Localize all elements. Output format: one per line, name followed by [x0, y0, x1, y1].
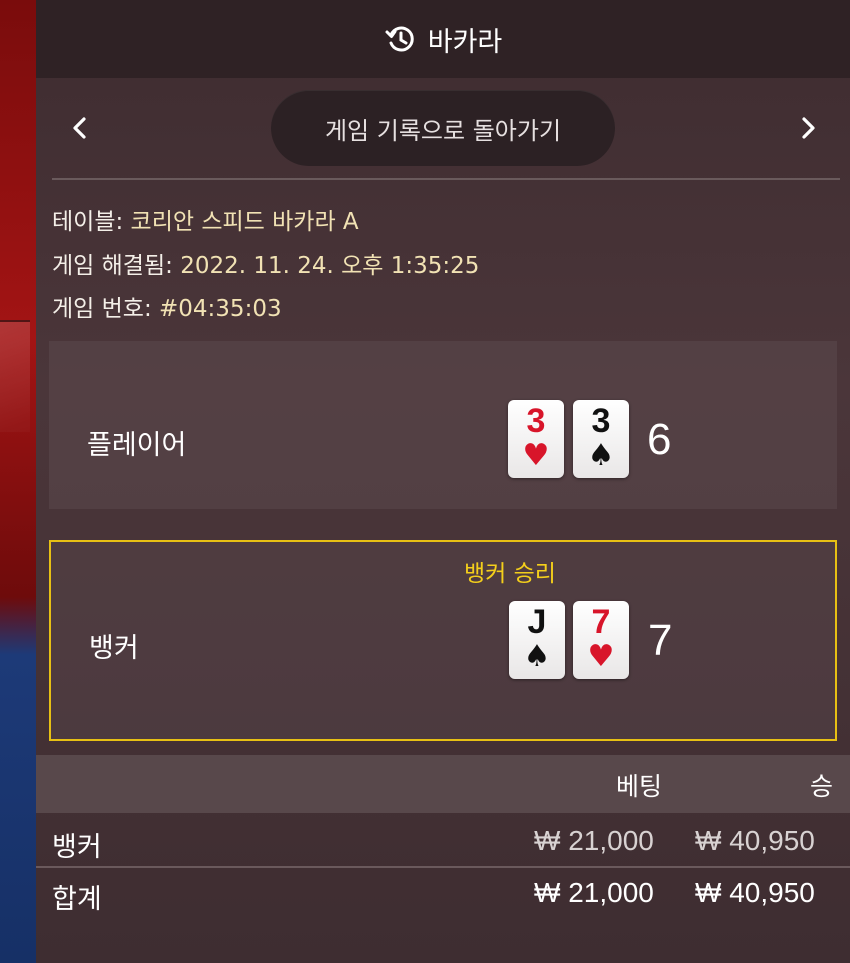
player-card-2: 3 ♠ [573, 400, 629, 478]
background-table-strip [0, 0, 36, 963]
player-hand: 플레이어 3 ♥ 3 ♠ 6 [49, 341, 837, 509]
info-resolved-label: 게임 해결됨: [52, 253, 173, 279]
card-rank: 3 [526, 402, 546, 440]
chevron-left-icon[interactable] [66, 114, 94, 142]
banker-hand: 뱅커 승리 뱅커 J ♠ 7 ♥ 7 [49, 540, 837, 741]
panel-header: 바카라 [36, 0, 850, 78]
info-number-label: 게임 번호: [52, 296, 152, 322]
table-row-total: 합계 ₩ 21,000 ₩ 40,950 [36, 867, 850, 919]
row-win: ₩ 40,950 [695, 825, 815, 856]
card-rank: 7 [591, 603, 611, 641]
banker-win-label: 뱅커 승리 [464, 561, 556, 587]
player-label: 플레이어 [87, 430, 187, 461]
column-bet: 베팅 [616, 772, 663, 801]
row-label: 합계 [52, 884, 102, 915]
card-rank: J [527, 603, 547, 641]
player-card-1: 3 ♥ [508, 400, 564, 478]
chevron-right-icon[interactable] [794, 114, 822, 142]
divider [52, 178, 840, 180]
heart-icon: ♥ [587, 639, 615, 674]
info-table: 테이블: 코리안 스피드 바카라 A [52, 202, 359, 236]
game-history-panel: 바카라 게임 기록으로 돌아가기 테이블: 코리안 스피드 바카라 A 게임 해… [36, 0, 850, 963]
row-bet: ₩ 21,000 [534, 825, 654, 856]
card-rank: 3 [591, 402, 611, 440]
info-resolved: 게임 해결됨: 2022. 11. 24. 오후 1:35:25 [52, 246, 479, 280]
page-title: 바카라 [427, 26, 503, 58]
table-row: 뱅커 ₩ 21,000 ₩ 40,950 [36, 815, 850, 867]
info-number: 게임 번호: #04:35:03 [52, 289, 282, 323]
bet-table-header: 베팅 승 [36, 755, 850, 813]
info-resolved-value: 2022. 11. 24. 오후 1:35:25 [180, 253, 480, 279]
row-label: 뱅커 [52, 832, 102, 863]
spade-icon: ♠ [587, 438, 615, 473]
back-to-history-button[interactable]: 게임 기록으로 돌아가기 [271, 90, 615, 166]
heart-icon: ♥ [522, 438, 550, 473]
column-win: 승 [810, 772, 834, 801]
banker-card-2: 7 ♥ [573, 601, 629, 679]
row-bet: ₩ 21,000 [534, 877, 654, 908]
info-table-value: 코리안 스피드 바카라 A [130, 209, 359, 235]
history-icon [385, 26, 414, 52]
info-number-value: #04:35:03 [159, 296, 282, 322]
banker-score: 7 [648, 616, 673, 665]
background-glass [0, 320, 30, 432]
row-win: ₩ 40,950 [695, 877, 815, 908]
info-table-label: 테이블: [52, 209, 124, 235]
banker-label: 뱅커 [89, 633, 139, 664]
history-nav: 게임 기록으로 돌아가기 [36, 78, 850, 178]
player-score: 6 [647, 415, 672, 464]
spade-icon: ♠ [523, 639, 551, 674]
banker-card-1: J ♠ [509, 601, 565, 679]
